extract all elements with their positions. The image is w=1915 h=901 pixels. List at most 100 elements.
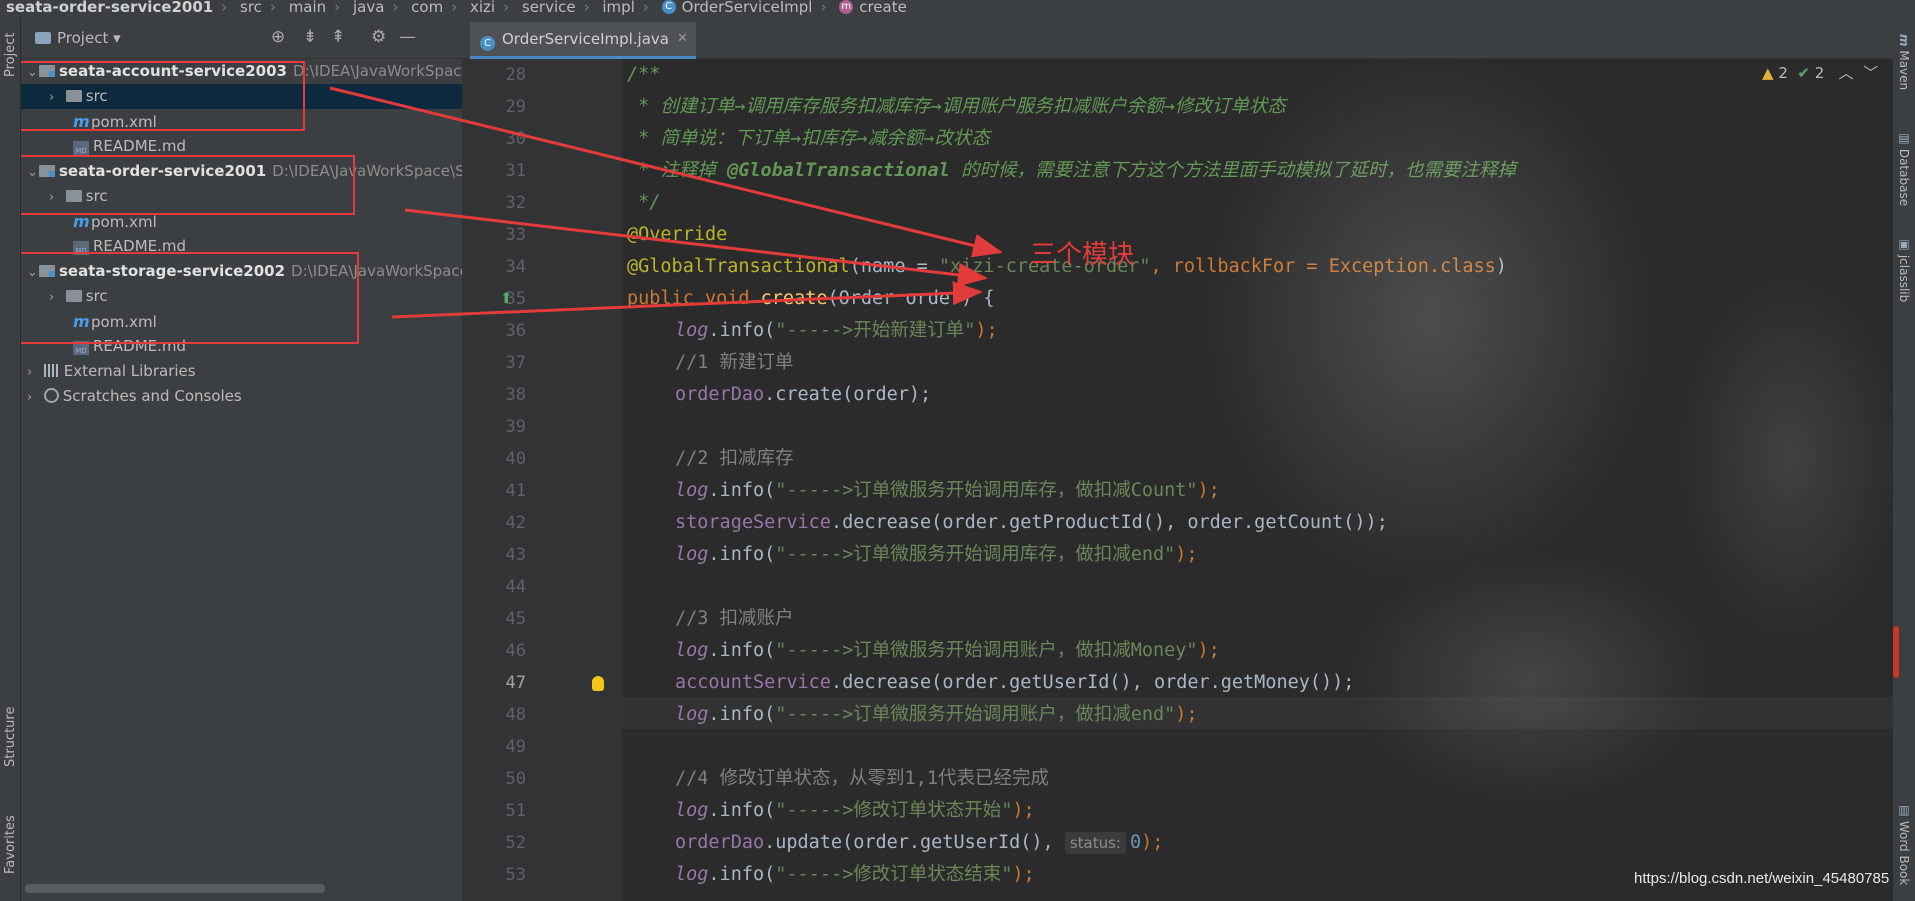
code-token: .info( (708, 704, 776, 725)
tree-item-readme[interactable]: MD README.md (21, 134, 462, 159)
maven-icon: m (73, 112, 90, 131)
code-token: .info( (708, 800, 776, 821)
lightbulb-icon[interactable] (592, 676, 604, 691)
right-tool-stripe: m Maven ▤ Database ▣ jclasslib ▥ Word Bo… (1893, 17, 1915, 901)
code-token: ); (1175, 704, 1198, 725)
book-icon: ▥ (1897, 802, 1911, 817)
breadcrumb-com[interactable]: com (411, 0, 443, 15)
chevron-right-icon[interactable]: › (49, 185, 61, 210)
tab-order-service-impl[interactable]: C OrderServiceImpl.java ✕ (470, 22, 696, 59)
inspection-widget[interactable]: ▲ 2 ✔ 2 ︿ ﹀ (1762, 62, 1878, 83)
tool-tab-favorites[interactable]: Favorites (0, 802, 21, 887)
tool-tab-word-book[interactable]: ▥ Word Book (1893, 789, 1915, 899)
error-stripe-marker[interactable] (1893, 626, 1899, 678)
tree-item-pom[interactable]: mpom.xml (21, 309, 462, 334)
code-token: , rollbackFor = Exception. (1150, 256, 1441, 277)
code-line: log.info("----->订单微服务开始调用账户，做扣减end"); (675, 699, 1198, 731)
line-number: 36 (505, 321, 526, 341)
breadcrumb-service[interactable]: service (522, 0, 576, 15)
chevron-down-icon[interactable]: ⌄ (27, 160, 39, 185)
tool-tab-project[interactable]: Project (0, 25, 21, 85)
code-line: orderDao.update(order.getUserId(), statu… (675, 827, 1163, 859)
line-number-gutter: 28 29 30 31 32 33 34 35 36 37 38 39 40 4… (462, 59, 622, 901)
code-line: //1 新建订单 (675, 347, 794, 379)
line-number: 49 (505, 737, 526, 757)
breadcrumb-method-label: create (859, 0, 907, 16)
code-token: .decrease(order.getProductId(), order.ge… (830, 512, 1388, 533)
chevron-right-icon[interactable]: › (27, 360, 39, 385)
expand-all-icon[interactable]: ⇟ (303, 27, 317, 47)
project-view-selector[interactable]: Project ▾ (35, 29, 121, 47)
code-area[interactable]: /** * 创建订单→调用库存服务扣减库存→调用账户服务扣减账户余额→修改订单状… (627, 59, 1877, 901)
breadcrumb-method[interactable]: m create (839, 0, 907, 16)
breadcrumb-class[interactable]: C OrderServiceImpl (661, 0, 812, 15)
tree-item-storage-module[interactable]: ⌄ seata-storage-service2002 D:\IDEA\JavaWo… (21, 259, 462, 284)
code-token: class (1440, 256, 1496, 277)
tree-item-pom[interactable]: mpom.xml (21, 109, 462, 134)
tool-tab-jclasslib[interactable]: ▣ jclasslib (1893, 222, 1915, 317)
line-number: 35 (505, 289, 526, 309)
tool-tab-label: jclasslib (1897, 254, 1911, 303)
code-token: @GlobalTransactional (627, 256, 850, 277)
tree-item-src[interactable]: › src (21, 84, 462, 109)
breadcrumb-main[interactable]: main (289, 0, 326, 15)
code-line: log.info("----->订单微服务开始调用账户，做扣减Money"); (675, 635, 1220, 667)
tree-item-src[interactable]: › src (21, 184, 462, 209)
tree-item-pom[interactable]: mpom.xml (21, 209, 462, 234)
code-token: "----->订单微服务开始调用账户，做扣减end" (775, 704, 1176, 725)
chevron-right-icon: › (392, 0, 399, 16)
code-token: * 注释掉 (627, 160, 728, 181)
chevron-right-icon[interactable]: › (27, 385, 39, 410)
collapse-all-icon[interactable]: ⇞ (331, 27, 345, 47)
code-line: */ (627, 187, 660, 219)
code-token: .info( (708, 640, 776, 661)
line-number: 34 (505, 257, 526, 277)
chevron-down-icon[interactable]: ⌄ (27, 60, 39, 85)
breadcrumb-src[interactable]: src (240, 0, 262, 15)
code-token: //4 修改订单状态，从零到1,1代表已经完成 (675, 768, 1049, 789)
code-line: //3 扣减账户 (675, 603, 794, 635)
gear-icon[interactable]: ⚙ (371, 27, 386, 47)
check-icon: ✔ (1797, 64, 1810, 82)
code-line: log.info("----->修改订单状态开始"); (675, 795, 1035, 827)
code-token: ) (1495, 256, 1507, 277)
tree-item-scratches[interactable]: › Scratches and Consoles (21, 384, 462, 409)
line-number: 38 (505, 385, 526, 405)
tree-item-path: D:\IDEA\JavaWorkSpace\ (291, 262, 462, 280)
maven-icon: m (73, 212, 90, 231)
breadcrumb-java[interactable]: java (353, 0, 384, 15)
tree-item-readme[interactable]: MD README.md (21, 334, 462, 359)
locate-file-icon[interactable]: ⊕ (271, 27, 285, 47)
chevron-right-icon[interactable]: › (49, 285, 61, 310)
line-number: 31 (505, 161, 526, 181)
tree-item-account-module[interactable]: ⌄ seata-account-service2003 D:\IDEA\JavaWo… (21, 59, 462, 84)
tree-item-order-module[interactable]: ⌄ seata-order-service2001 D:\IDEA\JavaWork… (21, 159, 462, 184)
tool-tab-structure[interactable]: Structure (0, 697, 21, 777)
code-token: log (675, 864, 709, 885)
tool-tab-maven[interactable]: m Maven (1893, 27, 1915, 97)
code-token: * 创建订单→调用库存服务扣减库存→调用账户服务扣减账户余额→修改订单状态 (627, 96, 1286, 117)
tool-tab-database[interactable]: ▤ Database (1893, 121, 1915, 216)
breadcrumb-xizi[interactable]: xizi (470, 0, 495, 15)
chevron-down-icon[interactable]: ⌄ (27, 260, 39, 285)
code-token: orderDao (675, 832, 765, 853)
breadcrumb-project[interactable]: seata-order-service2001 (6, 0, 213, 15)
breadcrumb-impl[interactable]: impl (602, 0, 634, 15)
tab-label: OrderServiceImpl.java (502, 30, 669, 48)
hide-panel-icon[interactable]: — (399, 27, 416, 47)
chevron-up-icon[interactable]: ︿ (1839, 64, 1854, 82)
chevron-down-icon[interactable]: ﹀ (1863, 64, 1878, 82)
horizontal-scrollbar[interactable] (25, 884, 325, 893)
chevron-right-icon[interactable]: › (49, 85, 61, 110)
annotation-label: 三个模块 (1030, 240, 1135, 270)
tree-item-external-libraries[interactable]: › External Libraries (21, 359, 462, 384)
library-icon (43, 364, 60, 377)
implement-marker-icon[interactable]: ⬆ (500, 289, 513, 307)
code-token: ); (1012, 800, 1035, 821)
folder-icon (35, 32, 51, 44)
close-icon[interactable]: ✕ (677, 22, 688, 56)
code-token: "----->修改订单状态开始" (775, 800, 1013, 821)
tree-item-readme[interactable]: MD README.md (21, 234, 462, 259)
editor-tab-bar: C OrderServiceImpl.java ✕ (462, 17, 1893, 59)
tree-item-src[interactable]: › src (21, 284, 462, 309)
